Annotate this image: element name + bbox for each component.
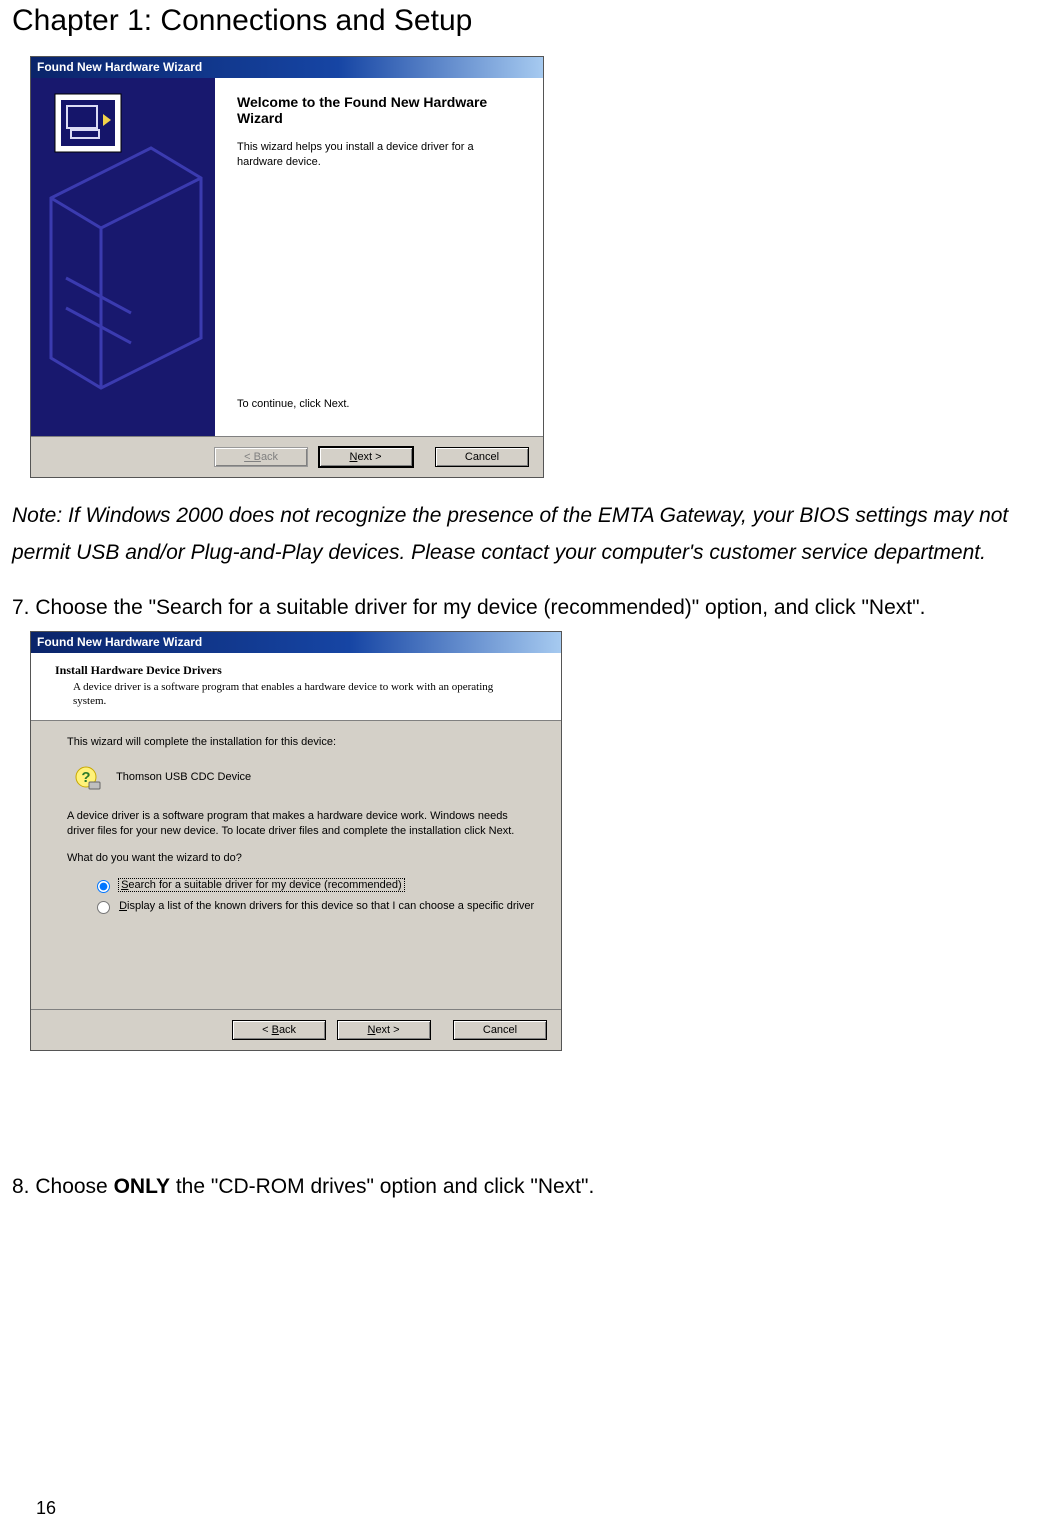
- wizard-continue-text: To continue, click Next.: [237, 398, 350, 410]
- step-8: 8. Choose ONLY the "CD-ROM drives" optio…: [12, 1169, 1043, 1205]
- wizard-prompt-text: What do you want the wizard to do?: [67, 851, 537, 866]
- wizard-header-title: Install Hardware Device Drivers: [55, 663, 541, 678]
- radio-search-driver[interactable]: [97, 880, 110, 893]
- wizard-sidebar-graphic: [31, 78, 215, 436]
- next-button[interactable]: Next >: [337, 1020, 431, 1040]
- wizard-welcome-heading: Welcome to the Found New Hardware Wizard: [237, 94, 521, 126]
- wizard-install-drivers-dialog: Found New Hardware Wizard Install Hardwa…: [30, 631, 562, 1051]
- cancel-button[interactable]: Cancel: [453, 1020, 547, 1040]
- wizard-button-bar: < Back Next > Cancel: [31, 1009, 561, 1050]
- step-7: 7. Choose the "Search for a suitable dri…: [12, 590, 1043, 626]
- chapter-title: Chapter 1: Connections and Setup: [12, 4, 1043, 38]
- wizard-welcome-text: This wizard helps you install a device d…: [237, 140, 521, 170]
- radio-search-driver-label[interactable]: Search for a suitable driver for my devi…: [119, 878, 404, 893]
- page-number: 16: [36, 1498, 56, 1519]
- cancel-button[interactable]: Cancel: [435, 447, 529, 467]
- step-8-bold: ONLY: [114, 1175, 170, 1198]
- step-8-post: the "CD-ROM drives" option and click "Ne…: [170, 1175, 594, 1198]
- wizard-header-subtitle: A device driver is a software program th…: [73, 680, 523, 708]
- next-button[interactable]: Next >: [319, 447, 413, 467]
- wizard-titlebar: Found New Hardware Wizard: [31, 632, 561, 653]
- radio-display-list[interactable]: [97, 901, 110, 914]
- wizard-explain-text: A device driver is a software program th…: [67, 809, 527, 839]
- note-text: Note: If Windows 2000 does not recognize…: [12, 498, 1043, 572]
- wizard-titlebar: Found New Hardware Wizard: [31, 57, 543, 78]
- wizard-intro-text: This wizard will complete the installati…: [67, 735, 537, 750]
- unknown-device-icon: ?: [75, 766, 101, 797]
- back-button: < Back: [214, 447, 308, 467]
- wizard-button-bar: < Back Next > Cancel: [31, 436, 543, 477]
- radio-display-list-label[interactable]: Display a list of the known drivers for …: [119, 899, 534, 914]
- back-button[interactable]: < Back: [232, 1020, 326, 1040]
- device-name: Thomson USB CDC Device: [116, 770, 251, 785]
- wizard-welcome-dialog: Found New Hardware Wizard: [30, 56, 544, 478]
- step-8-pre: 8. Choose: [12, 1175, 114, 1198]
